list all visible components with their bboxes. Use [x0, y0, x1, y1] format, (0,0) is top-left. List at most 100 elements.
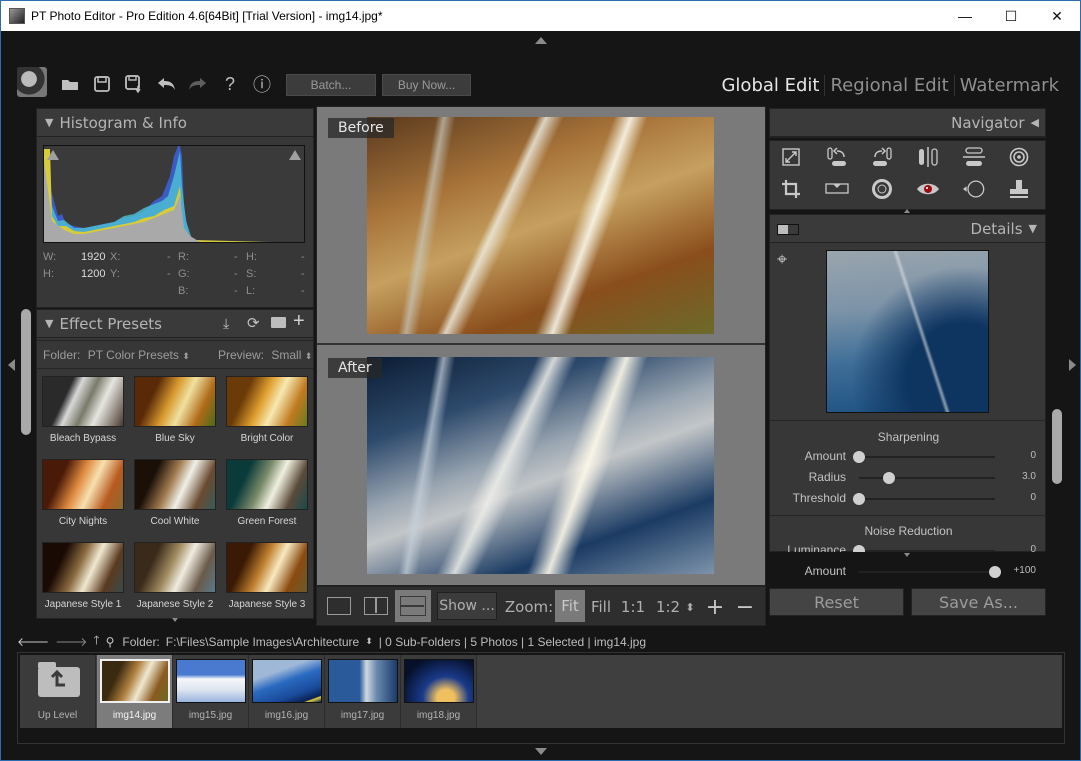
- zoom-fill-button[interactable]: Fill: [587, 593, 615, 621]
- rotate-right-icon[interactable]: [870, 145, 894, 169]
- new-folder-icon[interactable]: [271, 317, 286, 328]
- zoom-spinner-icon[interactable]: ⬍: [683, 593, 697, 621]
- save-as-button[interactable]: Save As...: [911, 588, 1046, 616]
- flip-horizontal-icon[interactable]: [916, 145, 940, 169]
- sharpening-threshold-slider[interactable]: Threshold 0: [771, 490, 1046, 508]
- add-preset-icon[interactable]: +: [293, 310, 305, 333]
- flip-vertical-icon[interactable]: [962, 145, 986, 169]
- shadow-clip-warning-icon[interactable]: [47, 150, 59, 160]
- split-vertical-view-icon[interactable]: [364, 597, 388, 615]
- before-image[interactable]: [367, 117, 714, 334]
- close-button[interactable]: ✕: [1034, 1, 1080, 31]
- sharpening-radius-slider[interactable]: Radius 3.0: [771, 469, 1046, 487]
- collapse-top-arrow-icon[interactable]: [535, 37, 547, 44]
- target-crosshair-icon[interactable]: ⌖: [777, 249, 787, 270]
- tab-regional-edit[interactable]: Regional Edit: [824, 75, 953, 96]
- tab-global-edit[interactable]: Global Edit: [716, 75, 824, 96]
- up-arrow-icon[interactable]: 🡑: [93, 631, 99, 652]
- redo-icon[interactable]: [187, 73, 209, 95]
- maximize-button[interactable]: ☐: [988, 1, 1034, 31]
- single-view-icon[interactable]: [327, 597, 351, 615]
- sharpening-radius-knob[interactable]: [882, 472, 895, 484]
- sharpening-amount-track[interactable]: [859, 456, 995, 458]
- rotate-left-icon[interactable]: [825, 145, 849, 169]
- reset-button[interactable]: Reset: [769, 588, 904, 616]
- mode-tabs: Global Edit Regional Edit Watermark: [716, 75, 1064, 96]
- red-eye-icon[interactable]: [916, 177, 940, 201]
- collapse-bottom-arrow-icon[interactable]: [535, 748, 547, 755]
- preset-item[interactable]: Blue Sky: [134, 376, 216, 444]
- right-panel-scrollbar[interactable]: [1052, 409, 1062, 484]
- amount-track[interactable]: [859, 571, 995, 573]
- preset-item[interactable]: Japanese Style 1: [42, 542, 124, 610]
- preset-item[interactable]: Japanese Style 3: [226, 542, 308, 610]
- open-folder-icon[interactable]: [59, 73, 81, 95]
- details-toggle-switch[interactable]: [777, 224, 799, 235]
- batch-button[interactable]: Batch...: [286, 74, 376, 96]
- collapse-right-arrow-icon[interactable]: [1069, 359, 1076, 371]
- filmstrip-item[interactable]: img18.jpg: [401, 655, 477, 728]
- save-as-icon[interactable]: [123, 73, 145, 95]
- amount-knob[interactable]: [989, 566, 1001, 578]
- back-arrow-icon[interactable]: 🡐: [17, 634, 49, 649]
- details-scroll-down-icon[interactable]: [904, 553, 910, 557]
- zoom-in-button[interactable]: +: [703, 593, 727, 621]
- import-preset-icon[interactable]: ⤓: [223, 315, 229, 332]
- save-icon[interactable]: [91, 73, 113, 95]
- sharpening-threshold-knob[interactable]: [853, 493, 865, 505]
- left-panel-scrollbar[interactable]: [21, 309, 31, 435]
- sharpening-radius-track[interactable]: [859, 477, 995, 479]
- collapse-left-arrow-icon[interactable]: [8, 359, 15, 371]
- undo-icon[interactable]: [155, 73, 177, 95]
- preview-size-selector[interactable]: Preview: Small ⬍: [218, 348, 312, 362]
- zoom-1-1-button[interactable]: 1:1: [619, 593, 647, 621]
- filmstrip-thumbnail: [176, 659, 246, 703]
- zoom-1-2-button[interactable]: 1:2: [654, 593, 682, 621]
- sharpening-amount-slider[interactable]: Amount 0: [771, 448, 1046, 466]
- preset-item[interactable]: Japanese Style 2: [134, 542, 216, 610]
- filmstrip-item[interactable]: img15.jpg: [173, 655, 249, 728]
- preset-folder-selector[interactable]: Folder: PT Color Presets ⬍: [43, 348, 190, 362]
- histogram-panel-header[interactable]: ▼ Histogram & Info: [37, 109, 313, 137]
- search-icon[interactable]: ⚲: [106, 635, 115, 649]
- after-image[interactable]: [367, 357, 714, 574]
- preset-item[interactable]: Green Forest: [226, 459, 308, 527]
- tab-watermark[interactable]: Watermark: [953, 75, 1064, 96]
- up-level-button[interactable]: Up Level: [20, 655, 96, 728]
- preset-item[interactable]: Cool White: [134, 459, 216, 527]
- vignette-aperture-icon[interactable]: [870, 177, 894, 201]
- filmstrip-item[interactable]: img14.jpg: [97, 655, 173, 728]
- help-icon[interactable]: ?: [219, 73, 241, 95]
- circle-select-icon[interactable]: [962, 177, 986, 201]
- fit-screen-icon[interactable]: [779, 145, 803, 169]
- crop-icon[interactable]: [779, 177, 803, 201]
- details-preview-image[interactable]: [826, 250, 989, 413]
- folder-path[interactable]: F:\Files\Sample Images\Architecture: [166, 635, 359, 649]
- refresh-presets-icon[interactable]: ⟳: [247, 314, 260, 332]
- preset-item[interactable]: Bright Color: [226, 376, 308, 444]
- filmstrip-item[interactable]: img17.jpg: [325, 655, 401, 728]
- sharpening-threshold-track[interactable]: [859, 498, 995, 500]
- forward-arrow-icon[interactable]: 🡒: [55, 634, 87, 649]
- buy-now-button[interactable]: Buy Now...: [382, 74, 471, 96]
- info-icon[interactable]: ⓘ: [251, 73, 273, 95]
- zoom-fit-button[interactable]: Fit: [555, 590, 585, 622]
- folder-spinner-icon[interactable]: ⬍: [365, 636, 373, 647]
- preset-item[interactable]: Bleach Bypass: [42, 376, 124, 444]
- zoom-out-button[interactable]: −: [733, 593, 757, 621]
- details-header[interactable]: Details ▼: [770, 215, 1045, 243]
- preset-item[interactable]: City Nights: [42, 459, 124, 527]
- show-button[interactable]: Show ...: [437, 592, 497, 620]
- minimize-button[interactable]: —: [942, 1, 988, 31]
- split-horizontal-view-button[interactable]: [395, 590, 431, 622]
- collapse-tools-icon[interactable]: [904, 209, 910, 213]
- filmstrip-item[interactable]: img16.jpg: [249, 655, 325, 728]
- swirl-icon[interactable]: [1007, 145, 1031, 169]
- clone-stamp-icon[interactable]: [1007, 177, 1031, 201]
- sharpening-amount-knob[interactable]: [853, 451, 865, 463]
- highlight-clip-warning-icon[interactable]: [289, 150, 301, 160]
- navigator-header[interactable]: Navigator ◀: [770, 109, 1045, 137]
- presets-scroll-down-icon[interactable]: [172, 618, 178, 622]
- straighten-icon[interactable]: [825, 177, 849, 201]
- amount-slider[interactable]: Amount +100: [771, 563, 1046, 581]
